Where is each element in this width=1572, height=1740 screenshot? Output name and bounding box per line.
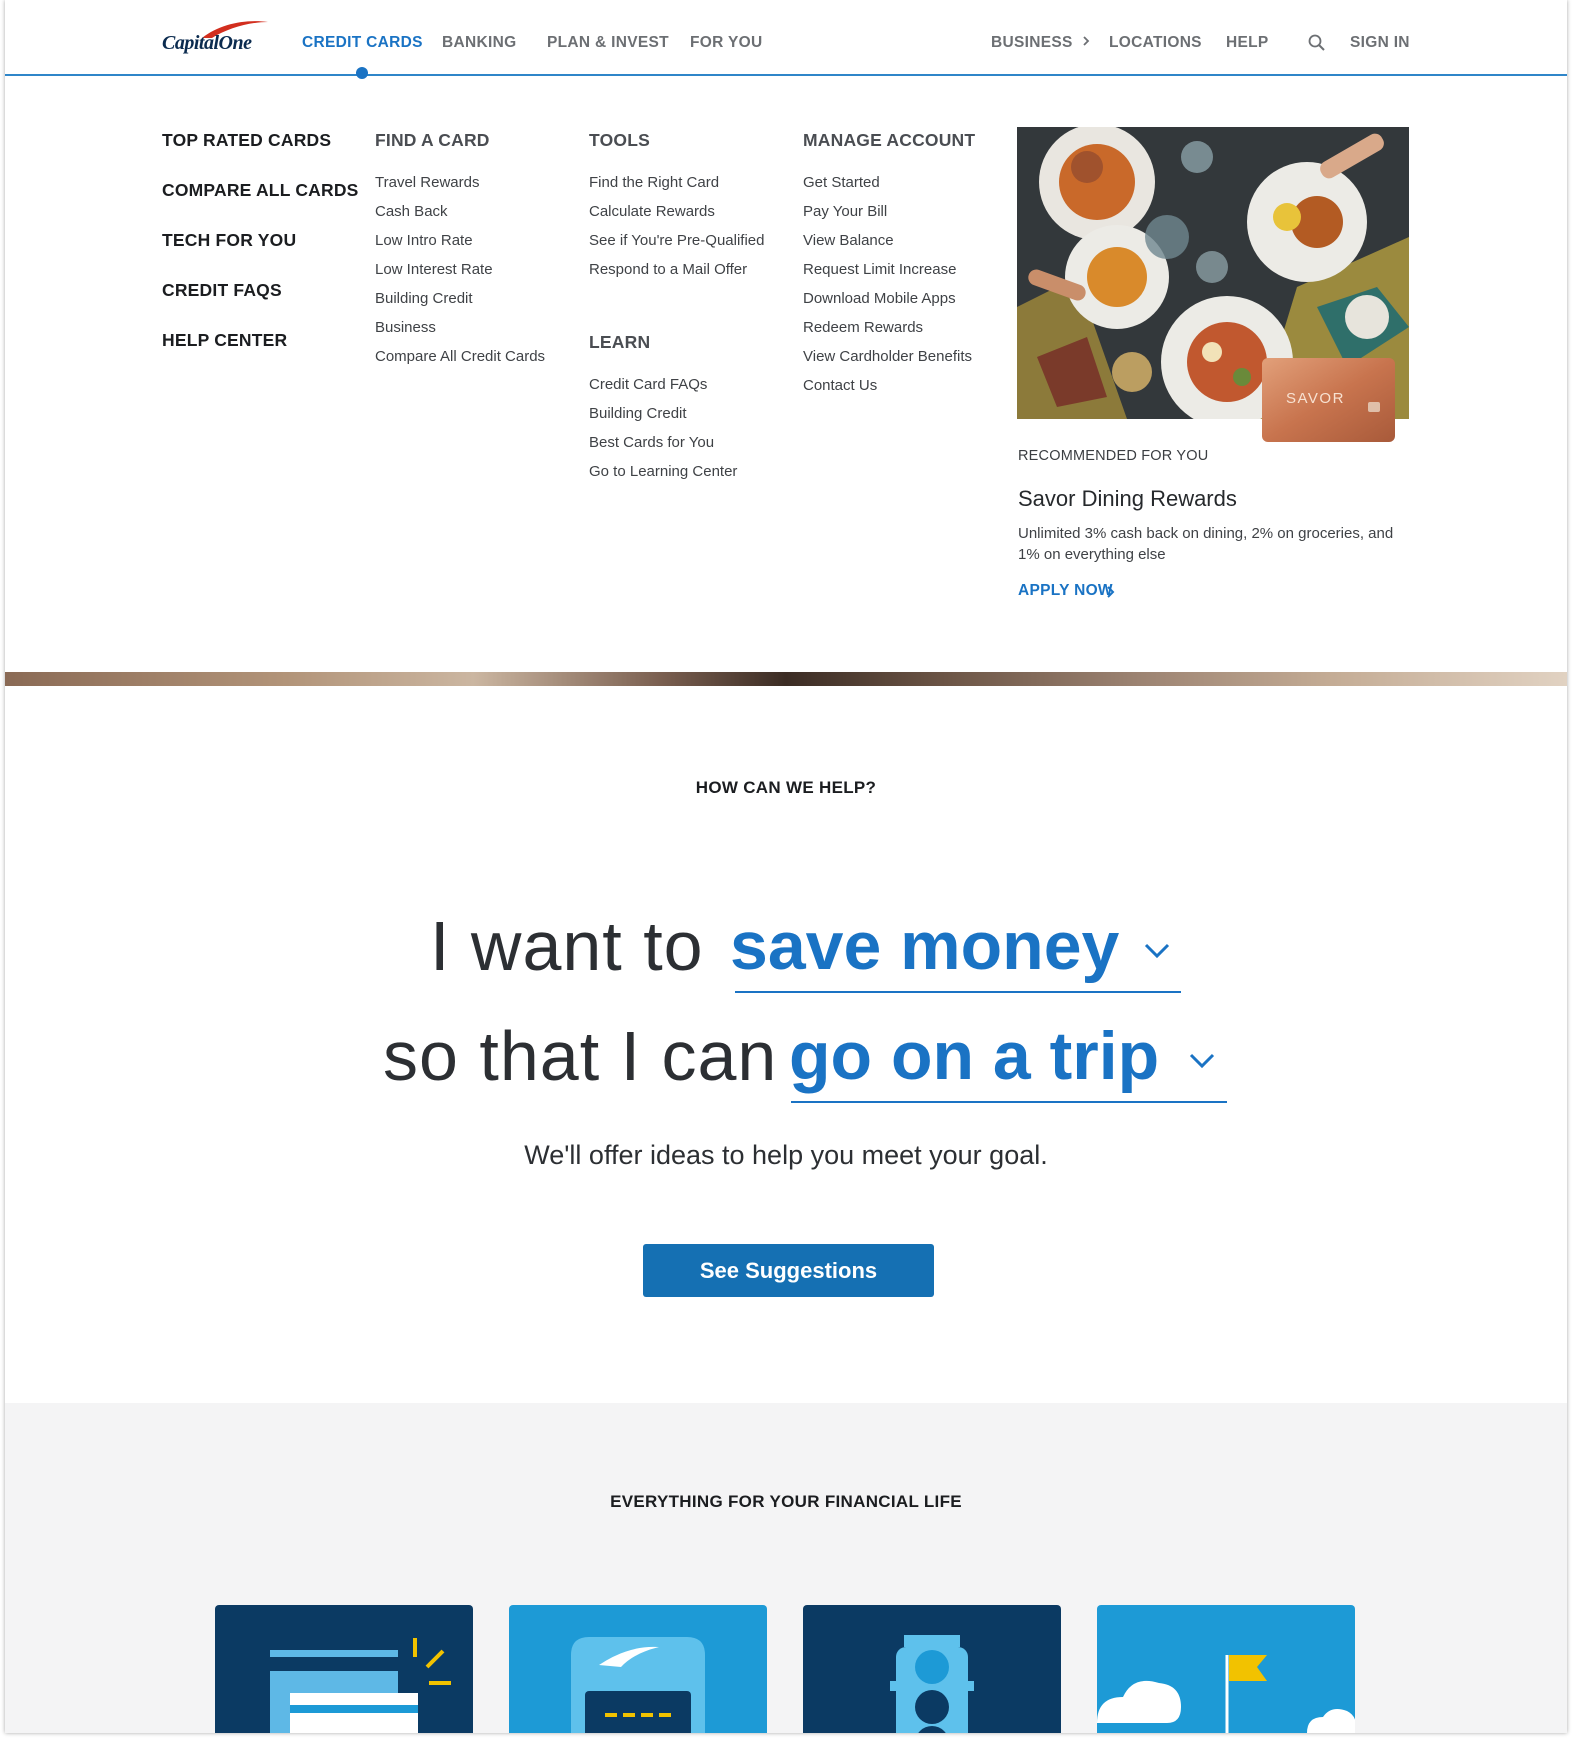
recommended-label: RECOMMENDED FOR YOU	[1018, 448, 1209, 464]
chevron-right-icon[interactable]	[1105, 585, 1115, 599]
goal-select-1[interactable]: save money	[730, 907, 1119, 985]
see-suggestions-button[interactable]: See Suggestions	[643, 1244, 934, 1297]
quick-link-tech[interactable]: TECH FOR YOU	[162, 230, 296, 251]
menu-link[interactable]: Download Mobile Apps	[803, 290, 956, 307]
menu-link[interactable]: Low Interest Rate	[375, 261, 493, 278]
promo-title: Savor Dining Rewards	[1018, 486, 1237, 511]
nav-business-label: BUSINESS	[991, 34, 1073, 51]
menu-link[interactable]: See if You're Pre-Qualified	[589, 232, 764, 249]
learn-heading: LEARN	[589, 332, 651, 352]
tools-heading: TOOLS	[589, 130, 650, 150]
goal-select-2[interactable]: go on a trip	[789, 1017, 1159, 1095]
goal-subtext: We'll offer ideas to help you meet your …	[524, 1140, 1048, 1170]
manage-account-heading: MANAGE ACCOUNT	[803, 130, 976, 150]
hero-photo-strip	[5, 672, 1567, 686]
bank-icon	[571, 1637, 705, 1733]
menu-link[interactable]: Cash Back	[375, 203, 448, 220]
apply-now-link[interactable]: APPLY NOW	[1018, 582, 1113, 600]
menu-link[interactable]: Travel Rewards	[375, 174, 479, 191]
menu-link[interactable]: Building Credit	[375, 290, 473, 307]
nav-business[interactable]: BUSINESS	[991, 34, 1091, 52]
menu-link[interactable]: Get Started	[803, 174, 880, 191]
menu-link[interactable]: View Cardholder Benefits	[803, 348, 972, 365]
menu-link[interactable]: Go to Learning Center	[589, 463, 737, 480]
goal-select-2-underline	[791, 1101, 1227, 1103]
menu-link[interactable]: View Balance	[803, 232, 894, 249]
find-a-card-heading: FIND A CARD	[375, 130, 490, 150]
logo-wordmark: CapitalOne	[162, 32, 252, 54]
menu-link[interactable]: Compare All Credit Cards	[375, 348, 545, 365]
help-heading: HOW CAN WE HELP?	[695, 778, 877, 797]
goal-select-1-underline	[735, 991, 1181, 993]
menu-link[interactable]: Credit Card FAQs	[589, 376, 707, 393]
goal-flag-icon	[1097, 1655, 1355, 1733]
quick-link-credit-faqs[interactable]: CREDIT FAQS	[162, 280, 282, 301]
capital-one-logo[interactable]: CapitalOne	[162, 18, 272, 58]
financial-life-heading: EVERYTHING FOR YOUR FINANCIAL LIFE	[610, 1492, 962, 1511]
chevron-down-icon[interactable]	[1188, 1052, 1216, 1070]
tile-credit-cards[interactable]	[215, 1605, 473, 1733]
traffic-light-icon	[890, 1635, 974, 1733]
credit-card-icon	[270, 1638, 451, 1733]
active-nav-indicator	[356, 67, 368, 79]
quick-link-help-center[interactable]: HELP CENTER	[162, 330, 287, 351]
menu-link[interactable]: Business	[375, 319, 436, 336]
tile-plan-invest[interactable]	[803, 1605, 1061, 1733]
menu-link[interactable]: Calculate Rewards	[589, 203, 715, 220]
menu-link[interactable]: Best Cards for You	[589, 434, 714, 451]
card-brand-text: SAVOR	[1286, 390, 1345, 407]
nav-help[interactable]: HELP	[1226, 34, 1269, 52]
tile-for-you[interactable]	[1097, 1605, 1355, 1733]
top-navigation: CapitalOne CREDIT CARDS BANKING PLAN & I…	[5, 0, 1567, 79]
quick-link-compare[interactable]: COMPARE ALL CARDS	[162, 180, 359, 201]
goal-phrase-1: I want to	[430, 907, 704, 985]
menu-link[interactable]: Contact Us	[803, 377, 877, 394]
menu-link[interactable]: Respond to a Mail Offer	[589, 261, 747, 278]
menu-link[interactable]: Request Limit Increase	[803, 261, 956, 278]
menu-link[interactable]: Pay Your Bill	[803, 203, 887, 220]
menu-link[interactable]: Building Credit	[589, 405, 687, 422]
nav-for-you[interactable]: FOR YOU	[690, 34, 762, 52]
nav-credit-cards[interactable]: CREDIT CARDS	[302, 34, 423, 52]
chevron-right-icon	[1083, 36, 1090, 46]
tile-banking[interactable]	[509, 1605, 767, 1733]
nav-plan-invest[interactable]: PLAN & INVEST	[547, 34, 669, 52]
menu-link[interactable]: Find the Right Card	[589, 174, 719, 191]
menu-link[interactable]: Redeem Rewards	[803, 319, 923, 336]
goal-phrase-2: so that I can	[383, 1017, 778, 1095]
nav-banking[interactable]: BANKING	[442, 34, 516, 52]
nav-locations[interactable]: LOCATIONS	[1109, 34, 1202, 52]
search-icon[interactable]	[1308, 34, 1326, 52]
browser-viewport: CapitalOne CREDIT CARDS BANKING PLAN & I…	[5, 0, 1567, 1733]
promo-description: Unlimited 3% cash back on dining, 2% on …	[1018, 525, 1394, 563]
quick-link-top-rated[interactable]: TOP RATED CARDS	[162, 130, 331, 151]
chevron-down-icon[interactable]	[1143, 942, 1171, 960]
savor-card-image: SAVOR	[1262, 358, 1395, 442]
menu-link[interactable]: Low Intro Rate	[375, 232, 473, 249]
nav-sign-in[interactable]: SIGN IN	[1350, 34, 1410, 52]
